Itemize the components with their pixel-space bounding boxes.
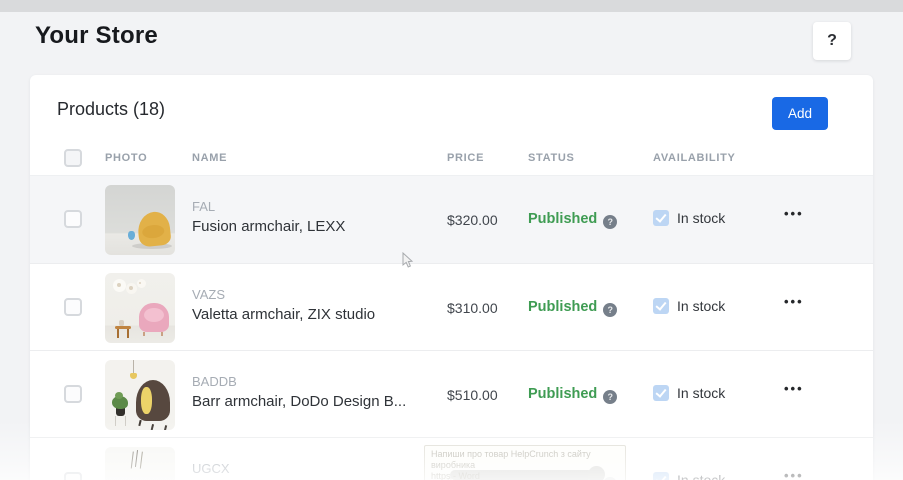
- in-stock-checkbox[interactable]: [653, 210, 669, 226]
- in-stock-checkbox[interactable]: [653, 472, 669, 480]
- taskbar-tooltip: Напиши про товар HelpCrunch з сайту виро…: [424, 445, 626, 480]
- table-row: FAL Fusion armchair, LEXX $320.00 Publis…: [30, 176, 873, 263]
- row-checkbox[interactable]: [64, 472, 82, 480]
- column-header-status: STATUS: [528, 152, 575, 164]
- status-label: Published?: [528, 211, 617, 229]
- availability-cell: In stock: [653, 210, 725, 226]
- mouse-cursor: [400, 252, 414, 275]
- table-body: FAL Fusion armchair, LEXX $320.00 Publis…: [30, 176, 873, 480]
- status-label: Published?: [528, 299, 617, 317]
- column-header-name: NAME: [192, 152, 227, 164]
- in-stock-label: In stock: [677, 472, 725, 480]
- row-menu-button[interactable]: •••: [784, 468, 804, 480]
- top-border-band: [0, 0, 903, 12]
- product-photo: [105, 273, 175, 343]
- tooltip-line1: Напиши про товар HelpCrunch з сайту виро…: [431, 449, 619, 471]
- column-header-availability: AVAILABILITY: [653, 152, 736, 164]
- column-header-photo: PHOTO: [105, 152, 147, 164]
- row-checkbox[interactable]: [64, 210, 82, 228]
- product-name-cell: FAL Fusion armchair, LEXX: [192, 199, 345, 235]
- in-stock-label: In stock: [677, 298, 725, 314]
- status-help-icon[interactable]: ?: [603, 215, 617, 229]
- product-price: $510.00: [447, 387, 498, 403]
- select-all-checkbox[interactable]: [64, 149, 82, 167]
- product-name-cell: BADDB Barr armchair, DoDo Design B...: [192, 374, 406, 410]
- page-title: Your Store: [35, 22, 158, 50]
- table-row: BADDB Barr armchair, DoDo Design B... $5…: [30, 350, 873, 437]
- product-name-cell: VAZS Valetta armchair, ZIX studio: [192, 287, 375, 323]
- product-photo: [105, 447, 175, 480]
- availability-cell: In stock: [653, 298, 725, 314]
- product-name-cell: UGCX: [192, 461, 230, 480]
- status-help-icon[interactable]: ?: [603, 303, 617, 317]
- add-product-button[interactable]: Add: [772, 97, 828, 130]
- product-name: Barr armchair, DoDo Design B...: [192, 393, 406, 410]
- product-name: Valetta armchair, ZIX studio: [192, 306, 375, 323]
- table-header-row: PHOTO NAME PRICE STATUS AVAILABILITY: [30, 143, 873, 176]
- status-help-icon[interactable]: ?: [603, 390, 617, 404]
- row-checkbox[interactable]: [64, 298, 82, 316]
- help-button[interactable]: ?: [813, 22, 851, 60]
- status-label: Published?: [528, 386, 617, 404]
- product-photo: [105, 185, 175, 255]
- tooltip-line2: https - Word: [431, 471, 619, 480]
- row-checkbox[interactable]: [64, 385, 82, 403]
- product-code: UGCX: [192, 461, 230, 476]
- row-menu-button[interactable]: •••: [784, 206, 804, 221]
- availability-cell: In stock: [653, 472, 725, 480]
- app-window: Your Store ? Products (18) Add PHOTO NAM…: [0, 0, 903, 480]
- product-code: BADDB: [192, 374, 406, 389]
- product-code: FAL: [192, 199, 345, 214]
- product-code: VAZS: [192, 287, 375, 302]
- in-stock-checkbox[interactable]: [653, 298, 669, 314]
- in-stock-label: In stock: [677, 385, 725, 401]
- in-stock-checkbox[interactable]: [653, 385, 669, 401]
- column-header-price: PRICE: [447, 152, 484, 164]
- table-row: VAZS Valetta armchair, ZIX studio $310.0…: [30, 263, 873, 350]
- product-name: Fusion armchair, LEXX: [192, 218, 345, 235]
- in-stock-label: In stock: [677, 210, 725, 226]
- availability-cell: In stock: [653, 385, 725, 401]
- panel-title: Products (18): [57, 99, 165, 120]
- product-price: $320.00: [447, 212, 498, 228]
- product-photo: [105, 360, 175, 430]
- row-menu-button[interactable]: •••: [784, 294, 804, 309]
- products-panel: Products (18) Add PHOTO NAME PRICE STATU…: [30, 75, 873, 480]
- product-price: $310.00: [447, 300, 498, 316]
- row-menu-button[interactable]: •••: [784, 381, 804, 396]
